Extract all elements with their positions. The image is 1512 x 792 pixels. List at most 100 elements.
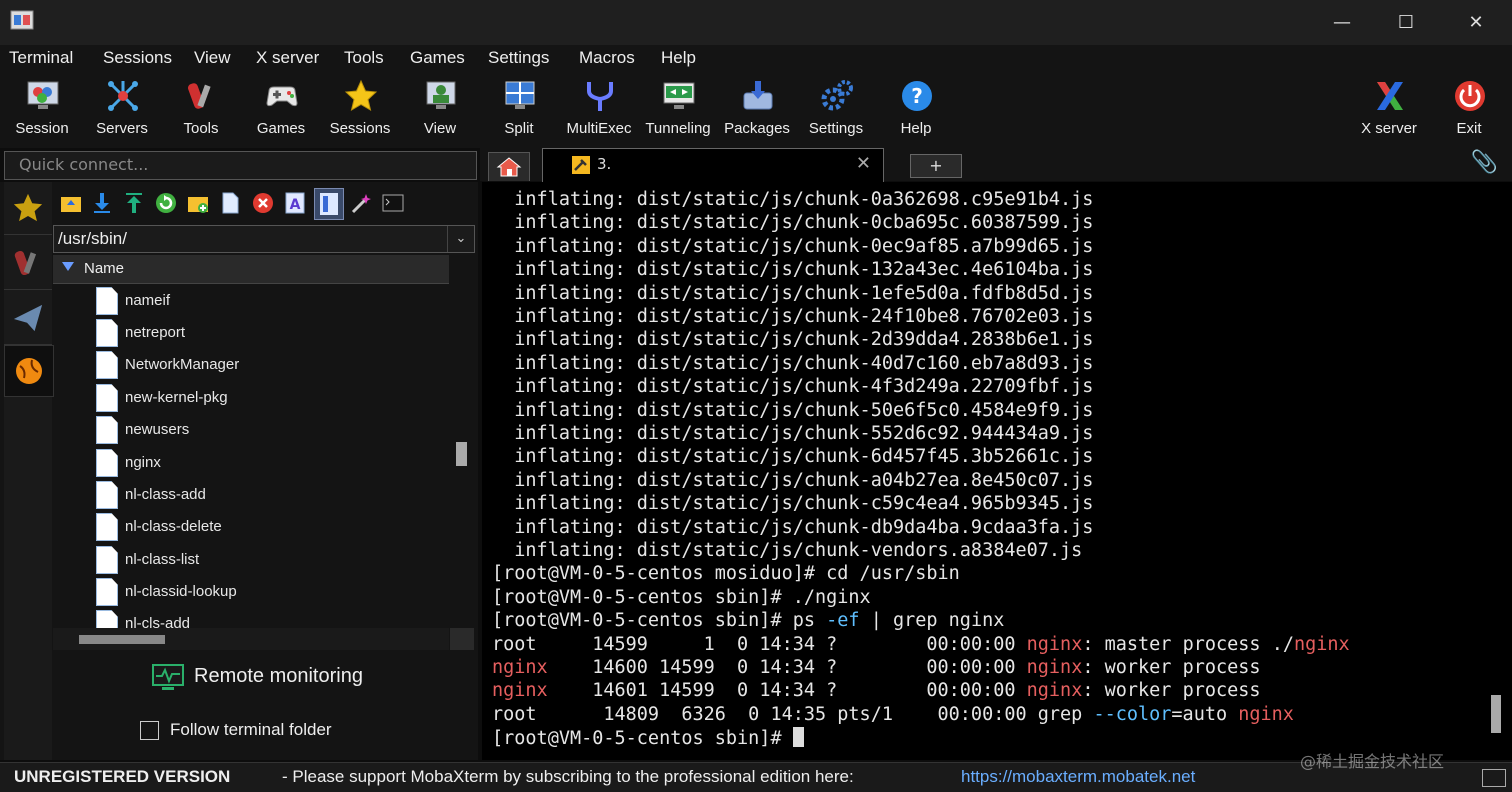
minimize-button[interactable]: — — [1318, 0, 1366, 45]
packages-icon — [743, 81, 773, 110]
multiexec-button[interactable]: MultiExec — [559, 77, 639, 143]
download-icon[interactable] — [91, 192, 113, 214]
refresh-icon[interactable] — [155, 192, 177, 214]
menu-games[interactable]: Games — [410, 48, 465, 68]
settings-button[interactable]: Settings — [796, 77, 876, 143]
file-row[interactable]: nl-class-add — [53, 479, 449, 511]
help-icon: ? — [902, 81, 932, 111]
remote-monitoring-button[interactable]: Remote monitoring — [152, 664, 412, 694]
help-button[interactable]: ? Help — [876, 77, 956, 143]
new-file-icon[interactable] — [219, 192, 241, 214]
file-row[interactable]: netreport — [53, 317, 449, 349]
x-server-button[interactable]: X server — [1349, 77, 1429, 143]
file-list-header[interactable]: Name — [53, 255, 449, 284]
screen-icon — [1482, 769, 1506, 787]
terminal-scrollbar[interactable] — [1491, 695, 1501, 733]
tools-button[interactable]: Tools — [161, 77, 241, 143]
rename-icon[interactable]: A — [284, 192, 306, 214]
close-window-button[interactable]: ✕ — [1452, 0, 1500, 45]
menu-terminal[interactable]: Terminal — [9, 48, 73, 68]
file-row[interactable]: nl-class-list — [53, 544, 449, 576]
sidebar-tab-sessions[interactable] — [4, 182, 52, 235]
menu-tools[interactable]: Tools — [344, 48, 384, 68]
file-icon — [96, 449, 118, 477]
file-row[interactable]: nginx — [53, 447, 449, 479]
quick-connect-input[interactable]: Quick connect... — [4, 151, 477, 180]
file-icon — [96, 546, 118, 574]
scrollbar-thumb[interactable] — [79, 635, 165, 644]
delete-icon[interactable] — [252, 192, 274, 214]
unregistered-label: UNREGISTERED VERSION — [14, 767, 231, 786]
inflating-line: inflating: dist/static/js/chunk-4f3d249a… — [492, 376, 1094, 398]
exit-button[interactable]: Exit — [1429, 77, 1509, 143]
file-row[interactable]: newusers — [53, 414, 449, 446]
tunneling-button[interactable]: Tunneling — [638, 77, 718, 143]
session-tab-active[interactable]: 3. ✕ — [542, 148, 884, 182]
star-icon — [13, 193, 43, 222]
exit-icon — [1455, 81, 1485, 111]
sessions-button[interactable]: Sessions — [320, 77, 400, 143]
magic-wand-icon[interactable] — [350, 192, 372, 214]
quick-connect-placeholder: Quick connect... — [19, 155, 149, 174]
subscription-link[interactable]: https://mobaxterm.mobatek.net — [961, 767, 1195, 787]
terminal-pane[interactable]: inflating: dist/static/js/chunk-0a362698… — [482, 182, 1512, 760]
file-icon — [96, 513, 118, 541]
new-folder-icon[interactable] — [187, 192, 209, 214]
chevron-down-icon[interactable]: ⌄ — [447, 226, 474, 252]
terminal-cursor — [792, 727, 804, 748]
file-row[interactable]: nl-classid-lookup — [53, 576, 449, 608]
file-row[interactable]: nl-cls-add — [53, 608, 449, 628]
parent-folder-icon[interactable] — [60, 192, 82, 214]
games-button[interactable]: Games — [241, 77, 321, 143]
sort-arrow-icon — [62, 262, 74, 271]
servers-icon — [108, 81, 138, 111]
file-row[interactable]: nameif — [53, 285, 449, 317]
menu-x-server[interactable]: X server — [256, 48, 319, 68]
upload-icon[interactable] — [123, 192, 145, 214]
terminal-icon[interactable] — [382, 192, 404, 214]
session-button[interactable]: Session — [2, 77, 82, 143]
split-button[interactable]: Split — [479, 77, 559, 143]
new-tab-button[interactable]: + — [910, 154, 962, 178]
command-line: [root@VM-0-5-centos sbin]# ./nginx — [492, 586, 871, 608]
file-list-horizontal-scrollbar[interactable] — [53, 628, 449, 650]
file-row[interactable]: new-kernel-pkg — [53, 382, 449, 414]
menu-sessions[interactable]: Sessions — [103, 48, 172, 68]
menu-macros[interactable]: Macros — [579, 48, 635, 68]
file-row[interactable]: NetworkManager — [53, 349, 449, 381]
close-tab-icon[interactable]: ✕ — [856, 153, 871, 174]
app-icon — [10, 10, 34, 30]
inflating-line: inflating: dist/static/js/chunk-0a362698… — [492, 189, 1094, 210]
prompt-line: [root@VM-0-5-centos sbin]# — [492, 727, 804, 750]
inflating-line: inflating: dist/static/js/chunk-a04b27ea… — [492, 469, 1094, 491]
sidebar-tab-tools[interactable] — [4, 237, 52, 290]
packages-button[interactable]: Packages — [717, 77, 797, 143]
home-tab[interactable] — [488, 152, 530, 181]
sidebar-tab-macros[interactable] — [4, 292, 52, 345]
toggle-hidden-files-button[interactable] — [314, 188, 344, 220]
session-tab-label: 3. — [597, 155, 612, 173]
inflating-line: inflating: dist/static/js/chunk-40d7c160… — [492, 352, 1094, 374]
menu-view[interactable]: View — [194, 48, 231, 68]
file-list-vertical-scrollbar[interactable] — [456, 442, 467, 466]
menu-settings[interactable]: Settings — [488, 48, 549, 68]
sftp-path-combobox[interactable]: /usr/sbin/ ⌄ — [53, 225, 475, 253]
paperclip-icon[interactable]: 📎 — [1471, 150, 1498, 175]
inflating-line: inflating: dist/static/js/chunk-6d457f45… — [492, 446, 1094, 468]
menu-bar: Terminal Sessions View X server Tools Ga… — [0, 45, 1512, 73]
menu-help[interactable]: Help — [661, 48, 696, 68]
checkbox[interactable] — [140, 721, 159, 740]
scrollbar-corner — [450, 628, 474, 650]
view-button[interactable]: View — [400, 77, 480, 143]
hidden-files-icon — [320, 193, 338, 215]
sidebar-tab-sftp[interactable] — [4, 345, 54, 397]
inflating-line: inflating: dist/static/js/chunk-552d6c92… — [492, 423, 1094, 444]
maximize-button[interactable]: ☐ — [1382, 0, 1430, 45]
session-tab-strip: 3. ✕ + 📎 — [480, 148, 1512, 182]
follow-terminal-folder-checkbox[interactable]: Follow terminal folder — [140, 719, 400, 743]
servers-button[interactable]: Servers — [82, 77, 162, 143]
sessions-star-icon — [344, 79, 378, 112]
tools-icon — [14, 250, 37, 276]
file-row[interactable]: nl-class-delete — [53, 511, 449, 543]
file-list: nameif netreport NetworkManager new-kern… — [53, 284, 449, 628]
